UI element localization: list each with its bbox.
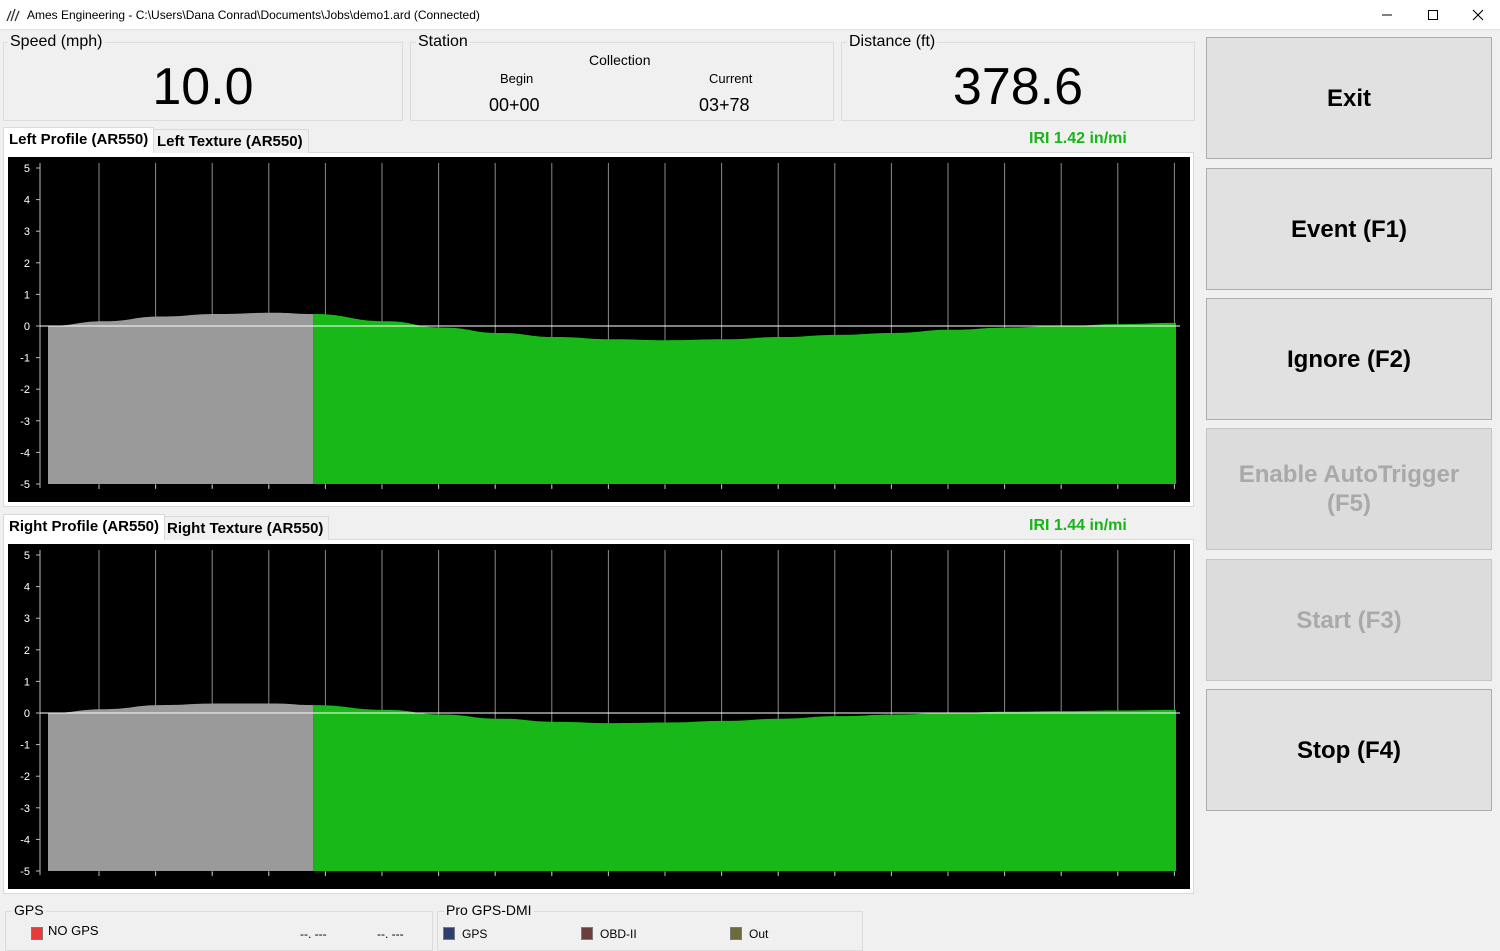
distance-group: 378.6 (841, 42, 1195, 121)
left-profile-preview-area (48, 312, 314, 484)
gps-group: NO GPS --. --- --. --- (5, 911, 433, 951)
right-profile-y-tick-label: -4 (20, 834, 30, 846)
start-button[interactable]: Start (F3) (1206, 559, 1492, 681)
tab-left-profile[interactable]: Left Profile (AR550) (3, 127, 155, 153)
left-profile-recorded-area (313, 313, 1177, 484)
maximize-button[interactable] (1410, 0, 1456, 30)
maximize-icon (1428, 10, 1438, 20)
speed-value: 10.0 (152, 58, 254, 116)
left-profile-y-tick-label: -4 (20, 447, 30, 459)
left-profile-plot: 5 4 3 2 1 0 -1 -2 -3 -4 -5 (20, 163, 1180, 491)
tab-left-texture[interactable]: Left Texture (AR550) (151, 129, 309, 153)
gps-indicator-label: GPS (462, 927, 488, 941)
current-value: 03+78 (699, 95, 750, 115)
right-profile-y-tick-label: -1 (20, 740, 30, 752)
speed-group: 10.0 (3, 42, 403, 121)
right-profile-chart: 5 4 3 2 1 0 -1 -2 -3 -4 -5 (8, 544, 1190, 889)
right-profile-y-tick-label: -2 (20, 771, 30, 783)
right-profile-y-tick-label: 2 (24, 645, 30, 657)
close-icon (1472, 9, 1484, 21)
out-indicator-label: Out (749, 927, 769, 941)
gps-lat-value: --. --- (300, 927, 327, 941)
right-profile-y-tick-label: 0 (24, 708, 30, 720)
tab-right-profile[interactable]: Right Profile (AR550) (3, 514, 166, 540)
obd-indicator-label: OBD-II (600, 927, 637, 941)
current-label: Current (709, 71, 753, 86)
pro-gps-dmi-label: Pro GPS-DMI (444, 902, 534, 918)
right-profile-preview-area (48, 703, 314, 871)
station-group: Collection Begin 00+00 Current 03+78 (410, 42, 834, 121)
enable-autotrigger-button[interactable]: Enable AutoTrigger (F5) (1206, 428, 1492, 550)
right-profile-y-tick-label: -5 (20, 866, 30, 878)
left-profile-y-tick-label: 2 (24, 258, 30, 270)
gps-label: GPS (12, 902, 46, 918)
exit-button[interactable]: Exit (1206, 37, 1492, 159)
begin-label: Begin (500, 71, 534, 86)
right-profile-y-tick-label: 4 (24, 582, 30, 594)
left-iri: IRI 1.42 in/mi (1029, 130, 1127, 147)
window-title: Ames Engineering - C:\Users\Dana Conrad\… (27, 8, 480, 22)
speed-label: Speed (mph) (8, 33, 105, 51)
collection-label: Collection (589, 52, 651, 68)
right-profile-plot: 5 4 3 2 1 0 -1 -2 -3 -4 -5 (20, 550, 1180, 878)
left-profile-y-tick-label: 0 (24, 321, 30, 333)
title-bar: Ames Engineering - C:\Users\Dana Conrad\… (0, 0, 1500, 30)
left-profile-y-tick-label: 1 (24, 289, 30, 301)
close-button[interactable] (1455, 0, 1500, 30)
ignore-button[interactable]: Ignore (F2) (1206, 298, 1492, 420)
right-profile-y-tick-label: 3 (24, 613, 30, 625)
right-profile-y-tick-label: 1 (24, 676, 30, 688)
tab-right-texture[interactable]: Right Texture (AR550) (161, 516, 330, 540)
minimize-button[interactable] (1364, 0, 1410, 30)
ames-logo-icon (6, 8, 20, 22)
gps-indicator-led (443, 927, 455, 940)
left-profile-chart: 5 4 3 2 1 0 -1 -2 -3 -4 -5 (8, 157, 1190, 502)
out-indicator-led (730, 927, 742, 940)
distance-label: Distance (ft) (847, 33, 938, 51)
left-profile-y-tick-label: -3 (20, 416, 30, 428)
station-label: Station (416, 33, 470, 51)
gps-lon-value: --. --- (377, 927, 404, 941)
event-button[interactable]: Event (F1) (1206, 168, 1492, 290)
left-profile-y-tick-label: -5 (20, 479, 30, 491)
left-profile-y-tick-label: -2 (20, 384, 30, 396)
begin-value: 00+00 (489, 95, 540, 115)
distance-value: 378.6 (952, 58, 1084, 116)
left-profile-y-tick-label: 3 (24, 226, 30, 238)
left-profile-y-tick-label: 5 (24, 163, 30, 175)
right-iri: IRI 1.44 in/mi (1029, 517, 1127, 534)
gps-status-text: NO GPS (48, 923, 99, 938)
gps-status-led (31, 927, 43, 940)
left-profile-y-tick-label: 4 (24, 195, 30, 207)
right-profile-y-tick-label: -3 (20, 803, 30, 815)
enable-autotrigger-label: Enable AutoTrigger (F5) (1238, 461, 1460, 517)
minimize-icon (1382, 14, 1392, 16)
right-profile-recorded-area (313, 705, 1177, 871)
right-profile-y-tick-label: 5 (24, 550, 30, 562)
stop-button[interactable]: Stop (F4) (1206, 689, 1492, 811)
obd-indicator-led (581, 927, 593, 940)
left-profile-y-tick-label: -1 (20, 353, 30, 365)
